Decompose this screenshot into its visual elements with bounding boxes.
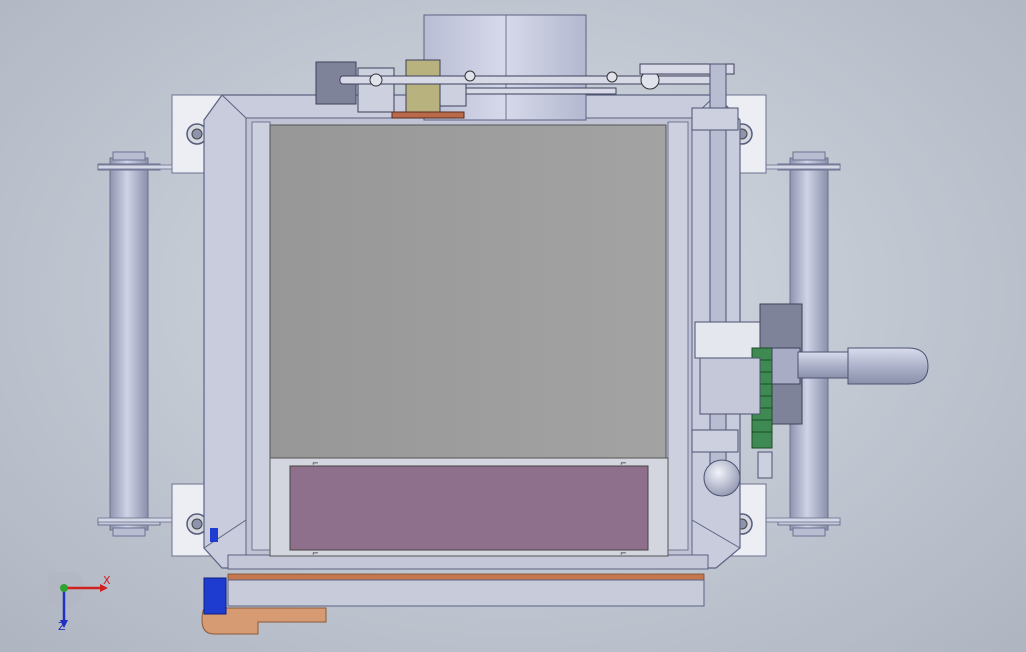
svg-text:⌐: ⌐ [620,549,627,558]
svg-text:⌐: ⌐ [620,459,627,468]
knob-icon[interactable] [703,459,741,497]
z-axis-label: Z [58,620,66,633]
svg-text:⌐: ⌐ [312,459,319,468]
graphics-viewport[interactable]: ⌐ ⌐ ⌐ ⌐ X Z [0,0,1026,652]
y-axis-icon [60,584,68,592]
inspection-window[interactable]: ⌐ ⌐ ⌐ ⌐ [269,457,669,558]
coordinate-triad: X Z [44,568,120,636]
x-axis-label: X [103,574,111,587]
left-roller[interactable] [97,151,161,537]
cad-model-assembly[interactable]: ⌐ ⌐ ⌐ ⌐ [0,0,1026,652]
main-panel[interactable] [269,124,667,459]
svg-text:⌐: ⌐ [312,549,319,558]
